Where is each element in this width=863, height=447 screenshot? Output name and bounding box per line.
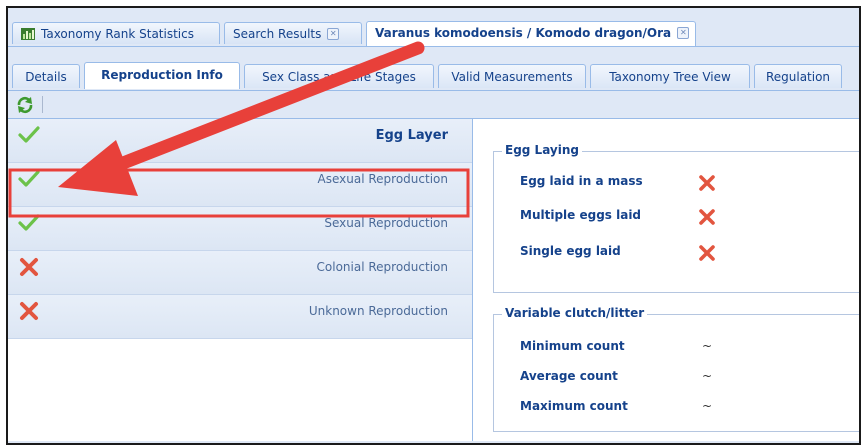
check-icon [18, 170, 40, 187]
tab-label: Valid Measurements [451, 70, 573, 84]
tab-regulation[interactable]: Regulation [754, 64, 842, 88]
tab-details[interactable]: Details [12, 64, 80, 88]
list-item-label: Unknown Reproduction [308, 304, 448, 318]
tab-valid-measurements[interactable]: Valid Measurements [438, 64, 586, 88]
tab-search-results[interactable]: Search Results ✕ [224, 22, 362, 44]
field-value: ~ [702, 339, 713, 353]
list-item-label: Egg Layer [375, 128, 448, 143]
clutch-fieldset: Variable clutch/litter Minimum count ~ A… [493, 306, 859, 432]
check-icon [18, 214, 40, 231]
tab-label: Varanus komodoensis / Komodo dragon/Ora [375, 26, 672, 40]
field-label: Multiple eggs laid [520, 208, 642, 222]
tab-label: Reproduction Info [101, 68, 223, 82]
field-label: Egg laid in a mass [520, 174, 643, 188]
chart-icon [21, 28, 35, 40]
fieldset-title: Egg Laying [502, 143, 582, 157]
field-label: Average count [520, 369, 618, 383]
tab-label: Regulation [765, 70, 831, 84]
reproduction-list: Egg Layer Asexual Reproduction Sexual Re… [8, 119, 473, 441]
tab-label: Taxonomy Tree View [609, 70, 731, 84]
reproduction-details: Egg Laying Egg laid in a mass Multiple e… [473, 119, 859, 441]
cross-icon [699, 209, 715, 225]
cross-icon [20, 302, 38, 320]
tab-label: Sex Class and Life Stages [262, 70, 416, 84]
list-item-label: Asexual Reproduction [317, 172, 448, 186]
fieldset-title: Variable clutch/litter [502, 306, 648, 320]
list-item-sexual-reproduction[interactable]: Sexual Reproduction [8, 207, 472, 251]
field-label: Single egg laid [520, 244, 621, 258]
refresh-icon[interactable] [16, 96, 34, 114]
list-item-colonial-reproduction[interactable]: Colonial Reproduction [8, 251, 472, 295]
cross-icon [699, 245, 715, 261]
field-label: Minimum count [520, 339, 625, 353]
tab-label: Details [25, 70, 67, 84]
cross-icon [699, 175, 715, 191]
tab-reproduction-info[interactable]: Reproduction Info [84, 62, 240, 89]
tab-label: Search Results [233, 27, 322, 41]
egg-laying-fieldset: Egg Laying Egg laid in a mass Multiple e… [493, 143, 859, 293]
tab-label: Taxonomy Rank Statistics [41, 27, 194, 41]
app-frame: Taxonomy Rank Statistics Search Results … [6, 6, 861, 445]
list-item-egg-layer[interactable]: Egg Layer [8, 119, 472, 163]
list-item-unknown-reproduction[interactable]: Unknown Reproduction [8, 295, 472, 339]
cross-icon [20, 258, 38, 276]
field-value: ~ [702, 369, 713, 383]
list-item-asexual-reproduction[interactable]: Asexual Reproduction [8, 163, 472, 207]
list-item-label: Colonial Reproduction [316, 260, 448, 274]
tab-varanus-komodoensis[interactable]: Varanus komodoensis / Komodo dragon/Ora … [366, 21, 696, 46]
check-icon [18, 126, 40, 143]
close-icon[interactable]: ✕ [327, 28, 340, 40]
close-icon[interactable]: ✕ [677, 27, 690, 39]
field-label: Maximum count [520, 399, 628, 413]
field-value: ~ [702, 399, 713, 413]
tab-sex-class-life-stages[interactable]: Sex Class and Life Stages [244, 64, 434, 88]
list-item-label: Sexual Reproduction [324, 216, 448, 230]
toolbar [8, 91, 859, 119]
tab-taxonomy-tree-view[interactable]: Taxonomy Tree View [590, 64, 750, 88]
main-tab-strip: Taxonomy Rank Statistics Search Results … [8, 20, 859, 47]
toolbar-separator [42, 96, 43, 113]
tab-taxonomy-rank-statistics[interactable]: Taxonomy Rank Statistics [12, 22, 220, 44]
detail-tab-strip: Details Reproduction Info Sex Class and … [8, 60, 859, 91]
